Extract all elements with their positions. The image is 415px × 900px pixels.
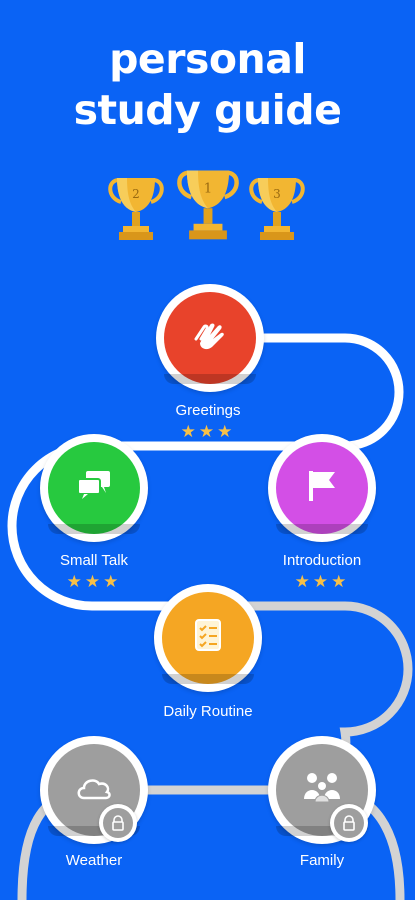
lesson-label: Small Talk — [59, 552, 129, 569]
lesson-label: Introduction — [282, 552, 362, 569]
lesson-small-talk-button[interactable] — [40, 434, 148, 542]
lesson-greetings-button[interactable] — [156, 284, 264, 392]
cloud-icon — [48, 744, 140, 830]
lesson-stars: ★★★ — [180, 422, 236, 441]
flag-icon — [276, 442, 368, 528]
checklist-icon — [162, 592, 254, 678]
lesson-label: Family — [299, 852, 345, 869]
lesson-stars: ★★★ — [66, 572, 122, 591]
lesson-introduction-button[interactable] — [268, 434, 376, 542]
family-icon — [276, 744, 368, 830]
lesson-label: Greetings — [175, 402, 241, 419]
lesson-label: Weather — [65, 852, 123, 869]
clapping-hands-icon — [164, 292, 256, 378]
lesson-family-button[interactable] — [268, 736, 376, 844]
lesson-stars: ★★★ — [294, 572, 350, 591]
lesson-weather-button[interactable] — [40, 736, 148, 844]
chat-bubbles-icon — [48, 442, 140, 528]
lesson-label: Daily Routine — [163, 703, 253, 720]
lesson-daily-routine-button[interactable] — [154, 584, 262, 692]
